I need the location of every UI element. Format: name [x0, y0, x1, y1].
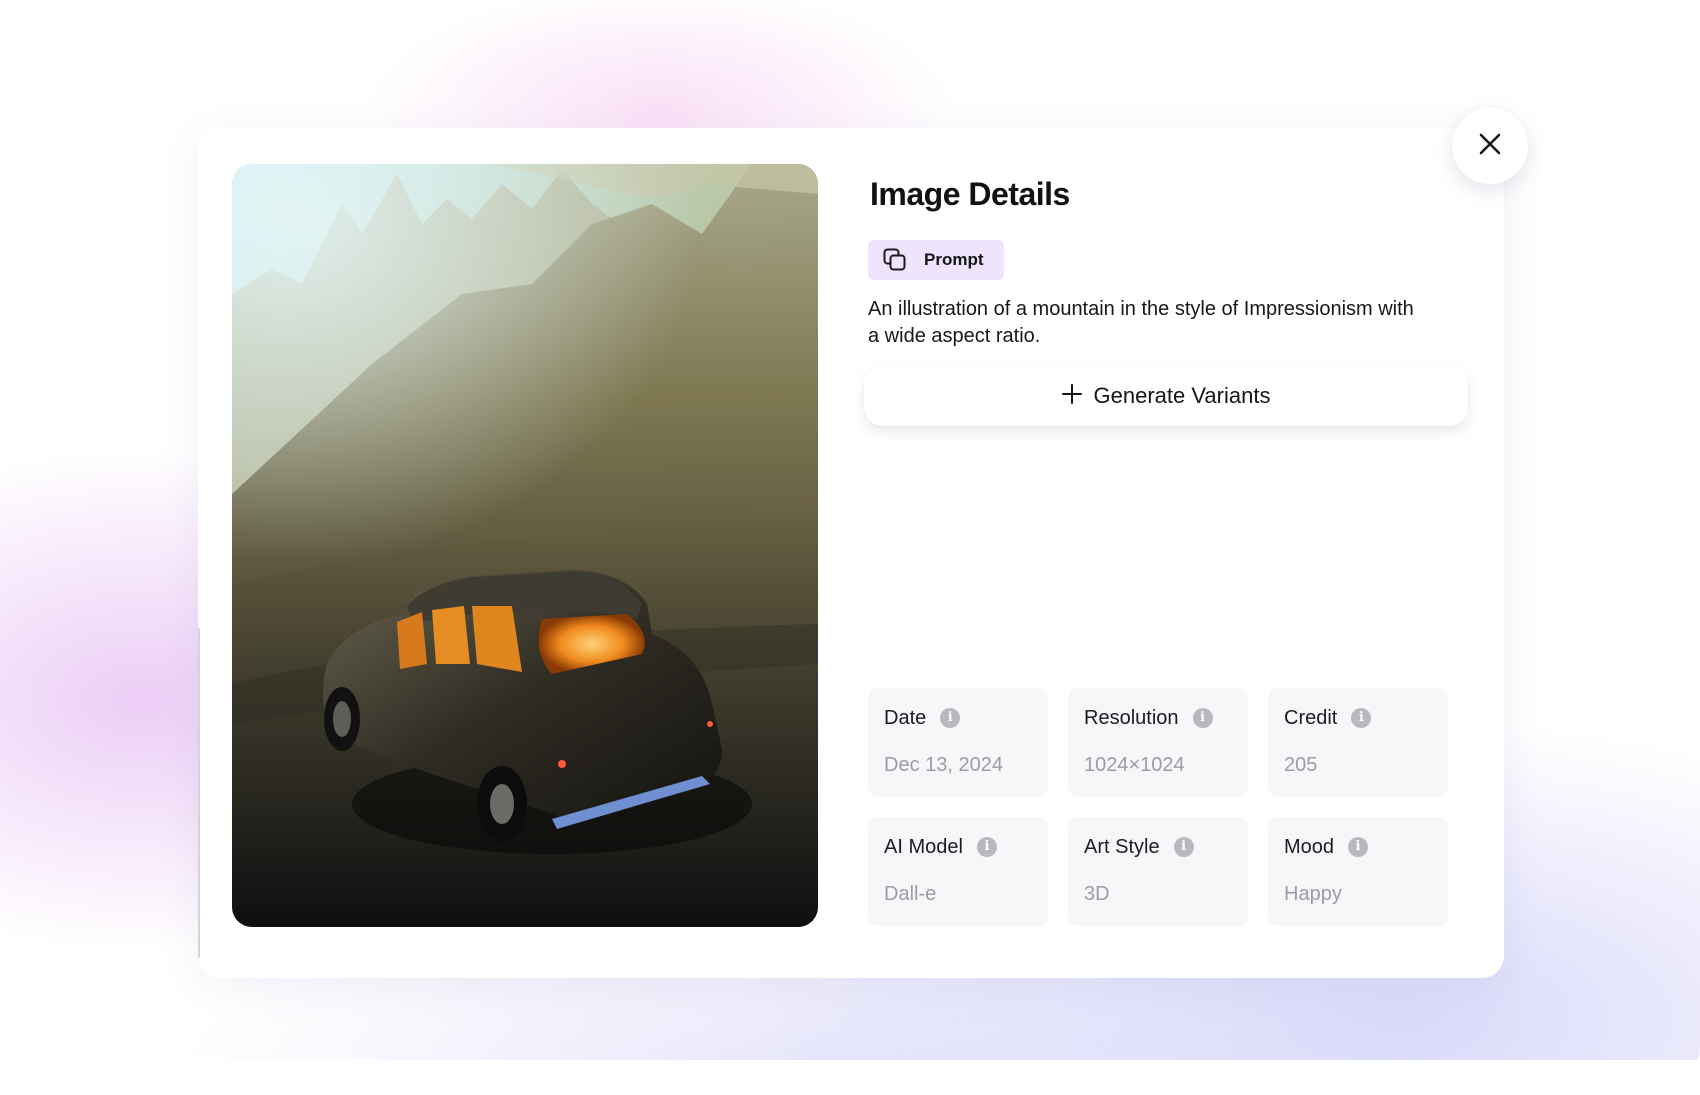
detail-value: Happy: [1284, 883, 1342, 905]
detail-value: 1024×1024: [1084, 754, 1185, 776]
detail-value: Dall-e: [884, 883, 937, 905]
generate-variants-label: Generate Variants: [1093, 383, 1271, 408]
detail-value: 3D: [1084, 883, 1110, 905]
info-icon[interactable]: i: [1173, 837, 1194, 857]
detail-card-resolution: Resolution i 1024×1024: [1068, 688, 1248, 797]
prompt-text: An illustration of a mountain in the sty…: [868, 298, 1414, 347]
image-details-dialog: Image Details Prompt An illustration of …: [198, 128, 1504, 978]
plus-icon: [1061, 380, 1082, 410]
info-icon[interactable]: i: [1351, 708, 1372, 728]
detail-label: Date: [884, 706, 927, 729]
copy-icon: [882, 247, 908, 273]
dialog-edge-line: [198, 628, 200, 958]
page-bottom-margin: [0, 1060, 1700, 1095]
detail-label: Mood: [1284, 835, 1335, 858]
detail-value: 205: [1284, 754, 1318, 776]
prompt-label: Prompt: [924, 250, 984, 269]
detail-label: Credit: [1284, 706, 1338, 729]
info-icon[interactable]: i: [1348, 837, 1369, 857]
generated-image[interactable]: [232, 164, 818, 927]
info-icon[interactable]: i: [1192, 708, 1213, 728]
detail-label: AI Model: [884, 835, 963, 858]
prompt-copy-button[interactable]: Prompt: [868, 240, 1004, 280]
detail-card-ai-model: AI Model i Dall-e: [868, 817, 1048, 926]
detail-label: Art Style: [1084, 835, 1160, 858]
dialog-title: Image Details: [870, 176, 1070, 212]
details-grid: Date i Dec 13, 2024 Resolution i 1024×10…: [868, 688, 1448, 926]
info-icon[interactable]: i: [976, 837, 997, 857]
generated-image-illustration: [232, 164, 818, 927]
detail-card-art-style: Art Style i 3D: [1068, 817, 1248, 926]
detail-card-date: Date i Dec 13, 2024: [868, 688, 1048, 797]
generate-variants-button[interactable]: Generate Variants: [864, 366, 1468, 426]
info-icon[interactable]: i: [940, 708, 961, 728]
close-icon: [1479, 133, 1501, 160]
close-button[interactable]: [1452, 108, 1528, 184]
detail-label: Resolution: [1084, 706, 1179, 729]
detail-value: Dec 13, 2024: [884, 754, 1003, 776]
detail-card-credit: Credit i 205: [1268, 688, 1448, 797]
detail-card-mood: Mood i Happy: [1268, 817, 1448, 926]
